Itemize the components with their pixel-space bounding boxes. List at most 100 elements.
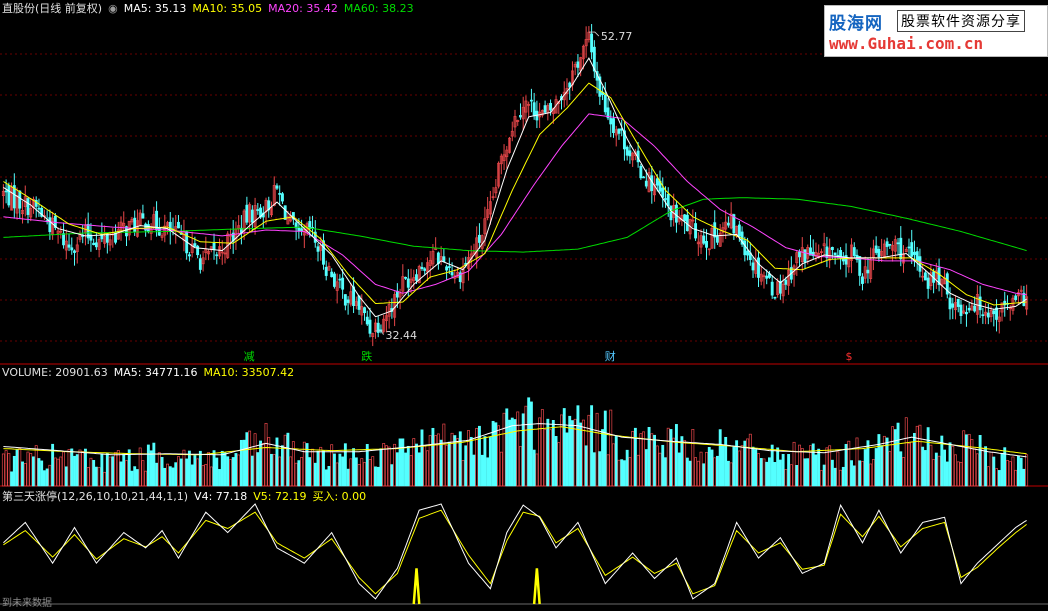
- volume-bar: [436, 433, 440, 487]
- volume-bar: [822, 464, 826, 487]
- watermark-url: www.Guhai.com.cn: [829, 34, 984, 53]
- volume-bar: [182, 449, 186, 487]
- volume-bar: [379, 448, 383, 487]
- volume-bar: [830, 459, 834, 487]
- volume-bar: [428, 435, 432, 487]
- volume-bar: [64, 466, 68, 487]
- volume-bar: [488, 437, 492, 487]
- volume-bar: [918, 424, 922, 487]
- volume-bar: [311, 448, 314, 487]
- volume-bar: [149, 450, 153, 487]
- volume-bar: [1022, 468, 1026, 487]
- volume-bar: [685, 457, 689, 487]
- volume-bar: [688, 460, 692, 487]
- volume-bar: [1016, 455, 1020, 487]
- volume-bar: [915, 425, 919, 487]
- volume-bar: [187, 450, 191, 487]
- volume-bar: [601, 429, 604, 487]
- candle-body: [338, 278, 342, 281]
- volume-bar: [721, 445, 725, 487]
- volume-bar: [817, 448, 821, 487]
- candle-body: [590, 33, 594, 53]
- volume-bar: [674, 424, 678, 487]
- volume-bar: [327, 466, 331, 487]
- volume-bar: [434, 435, 438, 487]
- volume-bar: [395, 452, 399, 487]
- volume-bar: [713, 457, 717, 487]
- volume-bar: [757, 453, 760, 487]
- volume-bar: [543, 429, 547, 487]
- volume-bar: [653, 434, 656, 487]
- candle-body: [4, 190, 8, 193]
- volume-bar: [789, 464, 793, 487]
- volume-bar: [546, 418, 550, 487]
- volume-bar: [248, 430, 252, 487]
- volume-bar: [680, 436, 684, 487]
- chart-canvas[interactable]: 52.77 32.44 减 跌 财 $: [0, 0, 1048, 607]
- candle-body: [642, 176, 646, 179]
- volume-bar: [642, 431, 646, 487]
- volume-bar: [239, 439, 243, 487]
- volume-bar: [341, 456, 345, 487]
- volume-bar: [157, 452, 161, 487]
- volume-bar: [787, 454, 791, 487]
- volume-bar: [633, 427, 637, 487]
- volume-bar: [562, 408, 566, 487]
- volume-bar: [1025, 454, 1029, 487]
- candle-body: [198, 258, 202, 270]
- volume-bar: [86, 467, 90, 487]
- volume-bar: [516, 411, 520, 487]
- candle-body: [300, 228, 304, 232]
- volume-bar: [450, 432, 454, 487]
- candle-body: [705, 241, 708, 248]
- volume-bar: [647, 427, 651, 487]
- volume-bar: [628, 457, 632, 487]
- candle-body: [447, 266, 451, 268]
- volume-bar: [190, 464, 194, 487]
- volume-bar: [92, 460, 96, 487]
- volume-bar: [655, 445, 659, 487]
- volume-bar: [15, 449, 19, 487]
- volume-bar: [114, 452, 117, 487]
- candle-body: [995, 307, 998, 320]
- volume-bar: [218, 469, 221, 487]
- settings-icon[interactable]: ◉: [108, 2, 118, 15]
- candle-body: [365, 316, 369, 325]
- volume-bar: [669, 429, 673, 487]
- candle-body: [133, 217, 137, 233]
- volume-bar: [776, 447, 780, 487]
- volume-label: VOLUME: 20901.63: [2, 366, 108, 379]
- volume-bar: [891, 426, 895, 487]
- candle-body: [245, 204, 249, 223]
- candle-body: [951, 303, 955, 308]
- volume-bar: [773, 462, 777, 487]
- watermark-tagline: 股票软件资源分享: [897, 10, 1025, 32]
- candle-body: [420, 266, 424, 269]
- volume-bar: [32, 456, 35, 487]
- candle-body: [212, 242, 216, 250]
- candle-body: [187, 254, 191, 257]
- volume-bar: [973, 448, 977, 487]
- volume-bar: [439, 439, 443, 487]
- volume-bar: [250, 455, 254, 487]
- volume-bar: [527, 397, 531, 487]
- volume-bar: [672, 437, 676, 487]
- volume-bar: [716, 455, 719, 487]
- candle-body: [519, 115, 522, 118]
- volume-bar: [464, 445, 468, 487]
- volume-bar: [729, 462, 733, 487]
- stock-title[interactable]: 直股份(日线 前复权): [2, 2, 102, 15]
- volume-bar: [997, 470, 1001, 487]
- volume-bar: [349, 458, 353, 487]
- volume-bar: [502, 412, 506, 487]
- volume-bar: [297, 460, 301, 487]
- volume-bar: [718, 429, 722, 487]
- volume-bar: [951, 445, 955, 487]
- candle-body: [114, 232, 117, 243]
- candle-body: [543, 105, 547, 113]
- volume-bar: [456, 438, 459, 487]
- volume-bar: [622, 460, 626, 487]
- candle-body: [363, 307, 366, 314]
- indicator-name[interactable]: 第三天涨停(12,26,10,10,21,44,1,1): [2, 490, 188, 503]
- candle-body: [858, 256, 862, 276]
